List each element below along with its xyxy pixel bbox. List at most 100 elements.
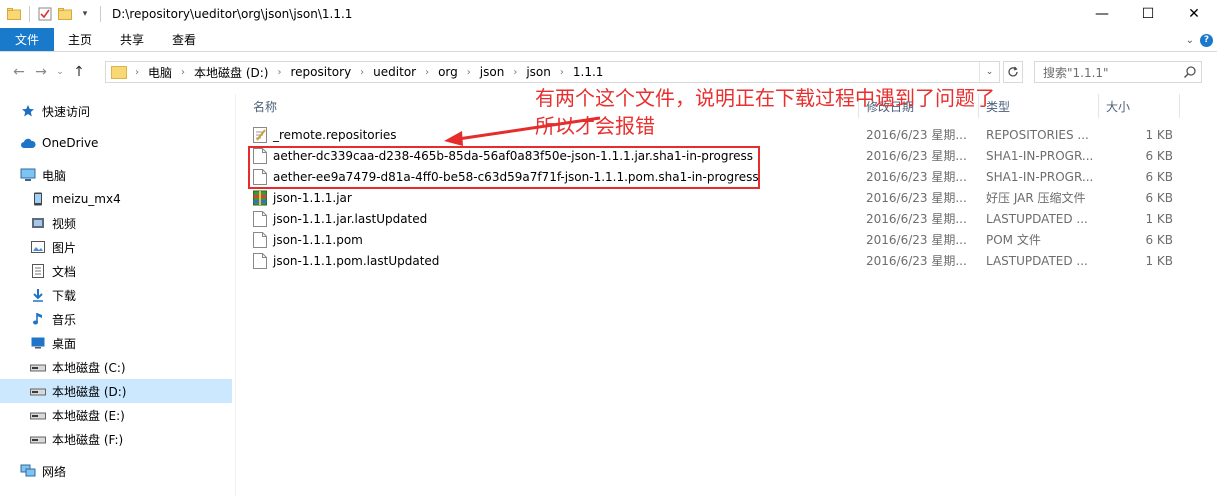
file-name-cell[interactable]: json-1.1.1.jar.lastUpdated bbox=[253, 208, 853, 229]
back-arrow-icon[interactable]: ← bbox=[8, 60, 30, 84]
breadcrumb-separator-icon[interactable]: › bbox=[135, 67, 139, 78]
breadcrumb-separator-icon[interactable]: › bbox=[360, 67, 364, 78]
desktop-icon bbox=[30, 335, 46, 351]
help-icon[interactable]: ? bbox=[1200, 33, 1213, 47]
maximize-button[interactable]: ☐ bbox=[1125, 0, 1171, 28]
breadcrumb: › 电脑 › 本地磁盘 (D:) › repository › ueditor … bbox=[135, 64, 603, 81]
title-bar: ▾ D:\repository\ueditor\org\json\json\1.… bbox=[0, 0, 1217, 28]
sidebar-item-label: 图片 bbox=[52, 240, 77, 255]
recent-locations-chevron-icon[interactable]: ⌄ bbox=[52, 60, 68, 84]
breadcrumb-item[interactable]: ueditor bbox=[373, 65, 416, 79]
sidebar-item[interactable]: 本地磁盘 (F:) bbox=[0, 427, 232, 451]
file-name-cell[interactable]: json-1.1.1.jar bbox=[253, 187, 853, 208]
folder-icon bbox=[111, 65, 127, 79]
column-divider[interactable] bbox=[1098, 94, 1099, 118]
breadcrumb-separator-icon[interactable]: › bbox=[181, 67, 185, 78]
file-date: 2016/6/23 星期... bbox=[866, 254, 967, 268]
tab-home[interactable]: 主页 bbox=[54, 28, 106, 51]
sidebar-item[interactable]: 图片 bbox=[0, 235, 232, 259]
search-icon[interactable] bbox=[1183, 65, 1197, 79]
breadcrumb-separator-icon[interactable]: › bbox=[277, 67, 281, 78]
tab-file[interactable]: 文件 bbox=[0, 28, 54, 51]
search-input[interactable]: 搜索"1.1.1" bbox=[1034, 61, 1202, 83]
window-title: D:\repository\ueditor\org\json\json\1.1.… bbox=[112, 7, 353, 21]
close-button[interactable]: ✕ bbox=[1171, 0, 1217, 28]
annotation-text: 有两个这个文件，说明正在下载过程中遇到了问题了 所以才会报错 bbox=[535, 84, 1095, 140]
cloud-icon bbox=[20, 135, 36, 151]
breadcrumb-item[interactable]: json bbox=[480, 65, 505, 79]
drive-icon bbox=[30, 359, 46, 375]
sidebar-item[interactable]: 音乐 bbox=[0, 307, 232, 331]
file-row[interactable]: json-1.1.1.pom.lastUpdated 2016/6/23 星期..… bbox=[245, 250, 1195, 271]
tab-view[interactable]: 查看 bbox=[158, 28, 210, 51]
breadcrumb-separator-icon[interactable]: › bbox=[513, 67, 517, 78]
file-date: 2016/6/23 星期... bbox=[866, 191, 967, 205]
address-bar[interactable]: › 电脑 › 本地磁盘 (D:) › repository › ueditor … bbox=[105, 61, 1000, 83]
sidebar-item[interactable]: OneDrive bbox=[0, 131, 232, 155]
column-divider[interactable] bbox=[1179, 94, 1180, 118]
sidebar-item[interactable]: 网络 bbox=[0, 459, 232, 483]
breadcrumb-item[interactable]: repository bbox=[290, 65, 351, 79]
sidebar-item[interactable]: 文档 bbox=[0, 259, 232, 283]
file-date: 2016/6/23 星期... bbox=[866, 149, 967, 163]
sidebar-item[interactable]: 桌面 bbox=[0, 331, 232, 355]
file-name-cell[interactable]: json-1.1.1.pom.lastUpdated bbox=[253, 250, 853, 271]
sidebar-item-label: 本地磁盘 (E:) bbox=[52, 408, 125, 423]
annotation-line: 所以才会报错 bbox=[535, 114, 655, 138]
file-row[interactable]: json-1.1.1.pom 2016/6/23 星期... POM 文件 6 KB bbox=[245, 229, 1195, 250]
file-type: LASTUPDATED ... bbox=[986, 253, 1088, 268]
tab-share[interactable]: 共享 bbox=[106, 28, 158, 51]
breadcrumb-item[interactable]: 本地磁盘 (D:) bbox=[194, 64, 268, 81]
breadcrumb-item[interactable]: 电脑 bbox=[148, 64, 172, 81]
sidebar-item[interactable]: meizu_mx4 bbox=[0, 187, 232, 211]
sidebar-item[interactable]: 本地磁盘 (C:) bbox=[0, 355, 232, 379]
sidebar-item-label: OneDrive bbox=[42, 136, 99, 150]
navigation-bar: ← → ⌄ ↑ › 电脑 › 本地磁盘 (D:) › repository › … bbox=[0, 57, 1217, 87]
blank-file-icon bbox=[253, 231, 267, 248]
sidebar-item-label: 快速访问 bbox=[42, 104, 91, 119]
up-arrow-icon[interactable]: ↑ bbox=[68, 60, 90, 84]
sidebar-item-label: 本地磁盘 (D:) bbox=[52, 384, 127, 399]
sidebar-item[interactable]: 电脑 bbox=[0, 163, 232, 187]
column-header-size[interactable]: 大小 bbox=[1106, 94, 1130, 118]
address-history-chevron-icon[interactable]: ⌄ bbox=[979, 62, 999, 82]
network-icon bbox=[20, 463, 36, 479]
new-folder-icon[interactable] bbox=[57, 6, 73, 22]
breadcrumb-separator-icon[interactable]: › bbox=[560, 67, 564, 78]
sidebar-item[interactable]: 下载 bbox=[0, 283, 232, 307]
breadcrumb-item[interactable]: org bbox=[438, 65, 458, 79]
search-placeholder: 搜索"1.1.1" bbox=[1043, 65, 1109, 80]
file-name: _remote.repositories bbox=[273, 127, 397, 142]
highlight-box bbox=[248, 146, 760, 189]
breadcrumb-item[interactable]: json bbox=[526, 65, 551, 79]
chevron-down-icon[interactable]: ⌄ bbox=[1186, 35, 1194, 46]
refresh-button[interactable] bbox=[1003, 61, 1023, 83]
file-size: 1 KB bbox=[1145, 253, 1173, 268]
column-header-name[interactable]: 名称 bbox=[253, 94, 277, 118]
file-row[interactable]: json-1.1.1.jar 2016/6/23 星期... 好压 JAR 压缩文件… bbox=[245, 187, 1195, 208]
pane-divider[interactable] bbox=[235, 94, 236, 496]
file-date: 2016/6/23 星期... bbox=[866, 233, 967, 247]
file-date: 2016/6/23 星期... bbox=[866, 212, 967, 226]
sidebar-item[interactable]: 本地磁盘 (E:) bbox=[0, 403, 232, 427]
forward-arrow-icon[interactable]: → bbox=[30, 60, 52, 84]
video-icon bbox=[30, 215, 46, 231]
minimize-button[interactable]: — bbox=[1079, 0, 1125, 28]
breadcrumb-separator-icon[interactable]: › bbox=[425, 67, 429, 78]
file-size: 6 KB bbox=[1145, 232, 1173, 247]
breadcrumb-separator-icon[interactable]: › bbox=[467, 67, 471, 78]
file-type: POM 文件 bbox=[986, 233, 1041, 247]
properties-icon[interactable] bbox=[37, 6, 53, 22]
file-name: json-1.1.1.pom.lastUpdated bbox=[273, 253, 440, 268]
customize-toolbar-icon[interactable]: ▾ bbox=[77, 6, 93, 22]
sidebar-item-label: 文档 bbox=[52, 264, 77, 279]
sidebar-item[interactable]: 快速访问 bbox=[0, 99, 232, 123]
ribbon-help-area: ⌄ ? bbox=[1177, 28, 1217, 52]
sidebar-item[interactable]: 视频 bbox=[0, 211, 232, 235]
file-name-cell[interactable]: json-1.1.1.pom bbox=[253, 229, 853, 250]
breadcrumb-item[interactable]: 1.1.1 bbox=[573, 65, 604, 79]
sidebar-item-label: 本地磁盘 (C:) bbox=[52, 360, 126, 375]
file-row[interactable]: json-1.1.1.jar.lastUpdated 2016/6/23 星期..… bbox=[245, 208, 1195, 229]
sidebar-item[interactable]: 本地磁盘 (D:) bbox=[0, 379, 232, 403]
sidebar-item-label: 桌面 bbox=[52, 336, 77, 351]
